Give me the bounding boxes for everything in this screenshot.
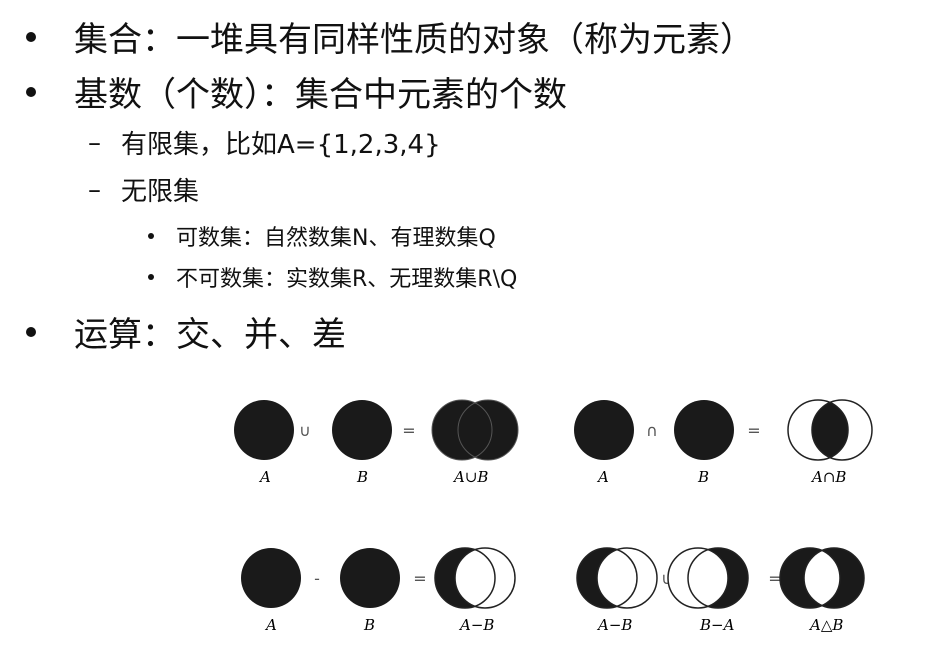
- label-a-symdiff-b: A△B: [808, 616, 843, 634]
- dash-marker: –: [88, 174, 101, 205]
- bullet-dot: [26, 31, 36, 42]
- union-diagram: ∪ = A B A∪B: [234, 399, 519, 486]
- equals-sign: =: [402, 421, 415, 440]
- bullet-dot: [26, 86, 36, 97]
- label-a-minus-b: A−B: [458, 616, 494, 634]
- difference-diagram: - = A B A−B: [241, 547, 516, 634]
- intersection-operator: ∩: [646, 421, 658, 440]
- set-a-circle: [574, 400, 634, 460]
- bullet-operations: 运算：交、并、差: [24, 307, 346, 356]
- minus-operator: -: [314, 569, 320, 588]
- sub-sub-bullet-countable-text: 可数集：自然数集N、有理数集Q: [176, 226, 496, 251]
- dash-marker: –: [88, 127, 101, 158]
- label-b: B: [363, 616, 375, 634]
- bullet-dot: [26, 326, 36, 337]
- sub-sub-bullet-uncountable-text: 不可数集：实数集R、无理数集R\Q: [176, 267, 518, 292]
- set-a-circle: [234, 400, 294, 460]
- label-a-intersect-b: A∩B: [810, 468, 846, 486]
- equals-sign: =: [413, 569, 426, 588]
- label-b-minus-a: B−A: [699, 616, 735, 634]
- symmetric-difference-diagram: ∪ = A−B B−A A△B: [576, 547, 865, 634]
- label-a-minus-b: A−B: [596, 616, 632, 634]
- set-a-circle: [241, 548, 301, 608]
- set-b-circle: [340, 548, 400, 608]
- union-operator: ∪: [299, 421, 311, 440]
- label-b: B: [356, 468, 368, 486]
- label-a: A: [596, 468, 609, 486]
- label-a: A: [258, 468, 271, 486]
- sub-sub-bullet-countable: 可数集：自然数集N、有理数集Q: [148, 220, 496, 252]
- set-b-circle: [332, 400, 392, 460]
- sub-bullet-finite: – 有限集，比如A={1,2,3,4}: [88, 124, 441, 161]
- sub-bullet-infinite-text: 无限集: [121, 177, 200, 207]
- bullet-definition: 集合：一堆具有同样性质的对象（称为元素）: [24, 12, 754, 61]
- bullet-cardinality-text: 基数（个数）：集合中元素的个数: [74, 75, 567, 115]
- sub-bullet-infinite: – 无限集: [88, 171, 199, 208]
- label-a: A: [264, 616, 277, 634]
- sub-bullet-finite-text: 有限集，比如A={1,2,3,4}: [121, 130, 441, 160]
- bullet-dot: [148, 274, 154, 280]
- bullet-cardinality: 基数（个数）：集合中元素的个数: [24, 67, 567, 116]
- equals-sign: =: [747, 421, 760, 440]
- bullet-definition-text: 集合：一堆具有同样性质的对象（称为元素）: [74, 20, 754, 60]
- sub-sub-bullet-uncountable: 不可数集：实数集R、无理数集R\Q: [148, 261, 517, 293]
- set-operations-figure: ∪ = A B A∪B ∩ = A B A∩B - = A B A−B ∪ = …: [234, 399, 873, 634]
- bullet-operations-text: 运算：交、并、差: [74, 315, 346, 355]
- intersection-diagram: ∩ = A B A∩B: [574, 399, 873, 486]
- label-a-union-b: A∪B: [452, 468, 488, 486]
- bullet-dot: [148, 233, 154, 239]
- label-b: B: [697, 468, 709, 486]
- set-b-circle: [674, 400, 734, 460]
